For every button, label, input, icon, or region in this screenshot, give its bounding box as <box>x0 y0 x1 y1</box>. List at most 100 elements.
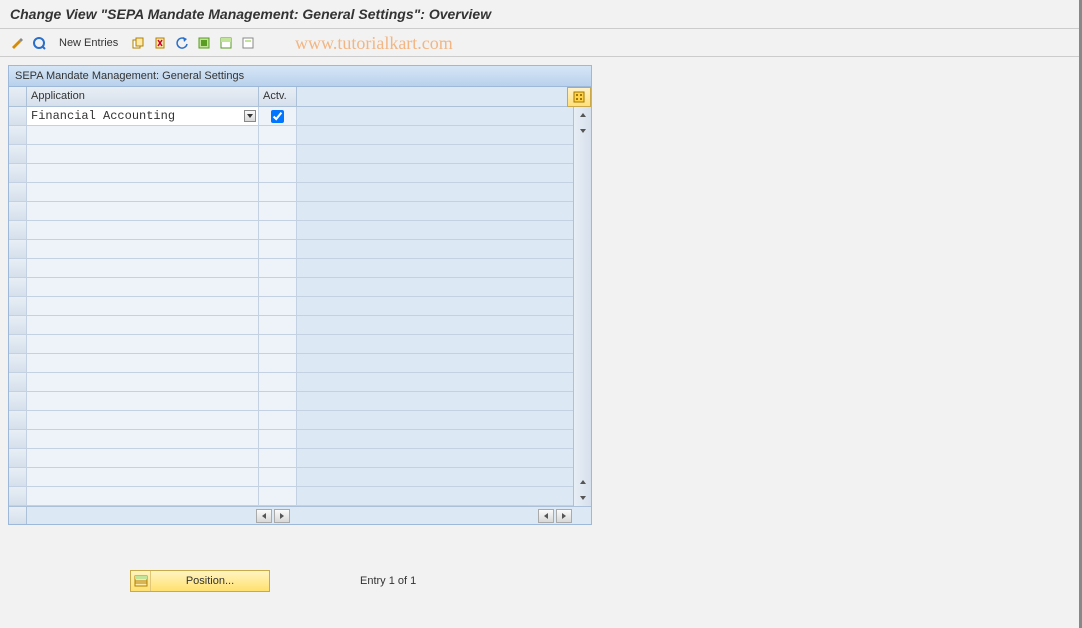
row-selector[interactable] <box>9 145 27 164</box>
undo-icon[interactable] <box>173 34 191 52</box>
row-selector[interactable] <box>9 430 27 449</box>
application-cell[interactable] <box>27 468 259 487</box>
actv-cell[interactable] <box>259 354 297 373</box>
scroll-right-icon[interactable] <box>556 509 572 523</box>
row-selector[interactable] <box>9 354 27 373</box>
application-cell[interactable] <box>27 145 259 164</box>
row-selector[interactable] <box>9 487 27 506</box>
application-cell[interactable] <box>27 316 259 335</box>
actv-cell[interactable] <box>259 373 297 392</box>
select-block-icon[interactable] <box>217 34 235 52</box>
table-settings-icon[interactable] <box>567 87 591 107</box>
actv-cell[interactable] <box>259 430 297 449</box>
application-cell[interactable] <box>27 430 259 449</box>
vertical-scrollbar[interactable] <box>573 107 591 506</box>
actv-cell[interactable] <box>259 202 297 221</box>
application-cell[interactable] <box>27 278 259 297</box>
table-row <box>9 430 591 449</box>
application-cell[interactable] <box>27 183 259 202</box>
row-selector-header[interactable] <box>9 87 27 107</box>
row-selector[interactable] <box>9 411 27 430</box>
actv-cell[interactable] <box>259 411 297 430</box>
application-cell[interactable] <box>27 297 259 316</box>
actv-cell[interactable] <box>259 468 297 487</box>
row-selector[interactable] <box>9 316 27 335</box>
cell-filler <box>297 221 591 240</box>
toggle-change-icon[interactable] <box>8 34 26 52</box>
actv-checkbox[interactable] <box>271 110 284 123</box>
actv-cell[interactable] <box>259 240 297 259</box>
actv-cell[interactable] <box>259 164 297 183</box>
copy-icon[interactable] <box>129 34 147 52</box>
scroll-up-icon[interactable] <box>575 107 591 123</box>
application-cell[interactable] <box>27 373 259 392</box>
actv-cell[interactable] <box>259 183 297 202</box>
application-cell[interactable] <box>27 221 259 240</box>
row-selector[interactable] <box>9 278 27 297</box>
new-entries-button[interactable]: New Entries <box>52 33 125 53</box>
column-header-actv[interactable]: Actv. <box>259 87 297 107</box>
cell-filler <box>297 430 591 449</box>
toolbar: New Entries www.tutorialkart.com <box>0 29 1082 57</box>
actv-cell[interactable] <box>259 107 297 126</box>
delete-icon[interactable] <box>151 34 169 52</box>
application-cell[interactable] <box>27 259 259 278</box>
row-selector[interactable] <box>9 335 27 354</box>
cell-filler <box>297 316 591 335</box>
row-selector[interactable] <box>9 126 27 145</box>
row-selector[interactable] <box>9 468 27 487</box>
actv-cell[interactable] <box>259 126 297 145</box>
actv-cell[interactable] <box>259 221 297 240</box>
table-row <box>9 392 591 411</box>
actv-cell[interactable] <box>259 259 297 278</box>
position-button[interactable]: Position... <box>130 570 270 592</box>
row-selector[interactable] <box>9 297 27 316</box>
actv-cell[interactable] <box>259 449 297 468</box>
row-selector[interactable] <box>9 107 27 126</box>
row-selector[interactable] <box>9 221 27 240</box>
select-all-icon[interactable] <box>195 34 213 52</box>
application-cell[interactable] <box>27 354 259 373</box>
row-selector[interactable] <box>9 202 27 221</box>
scroll-left-icon[interactable] <box>538 509 554 523</box>
row-selector[interactable] <box>9 164 27 183</box>
watermark-text: www.tutorialkart.com <box>295 29 453 57</box>
scroll-right-icon[interactable] <box>274 509 290 523</box>
application-cell[interactable]: Financial Accounting <box>27 107 259 126</box>
actv-cell[interactable] <box>259 316 297 335</box>
application-cell[interactable] <box>27 449 259 468</box>
scroll-left-icon[interactable] <box>256 509 272 523</box>
application-cell[interactable] <box>27 164 259 183</box>
application-cell[interactable] <box>27 411 259 430</box>
application-cell[interactable] <box>27 392 259 411</box>
scroll-down-icon[interactable] <box>575 490 591 506</box>
actv-cell[interactable] <box>259 145 297 164</box>
deselect-all-icon[interactable] <box>239 34 257 52</box>
row-selector[interactable] <box>9 449 27 468</box>
actv-cell[interactable] <box>259 335 297 354</box>
application-cell[interactable] <box>27 240 259 259</box>
application-cell[interactable] <box>27 202 259 221</box>
position-label: Position... <box>151 575 269 587</box>
application-cell[interactable] <box>27 335 259 354</box>
panel-title: SEPA Mandate Management: General Setting… <box>9 66 591 87</box>
row-selector[interactable] <box>9 183 27 202</box>
footer-rowsel <box>9 507 27 524</box>
actv-cell[interactable] <box>259 297 297 316</box>
grid-footer <box>9 506 591 524</box>
actv-cell[interactable] <box>259 278 297 297</box>
actv-cell[interactable] <box>259 487 297 506</box>
row-selector[interactable] <box>9 373 27 392</box>
column-header-application[interactable]: Application <box>27 87 259 107</box>
row-selector[interactable] <box>9 392 27 411</box>
scroll-up-icon[interactable] <box>575 474 591 490</box>
table-row <box>9 202 591 221</box>
other-view-icon[interactable] <box>30 34 48 52</box>
actv-cell[interactable] <box>259 392 297 411</box>
dropdown-icon[interactable] <box>244 110 256 122</box>
application-cell[interactable] <box>27 487 259 506</box>
row-selector[interactable] <box>9 240 27 259</box>
scroll-down-icon[interactable] <box>575 123 591 139</box>
application-cell[interactable] <box>27 126 259 145</box>
row-selector[interactable] <box>9 259 27 278</box>
